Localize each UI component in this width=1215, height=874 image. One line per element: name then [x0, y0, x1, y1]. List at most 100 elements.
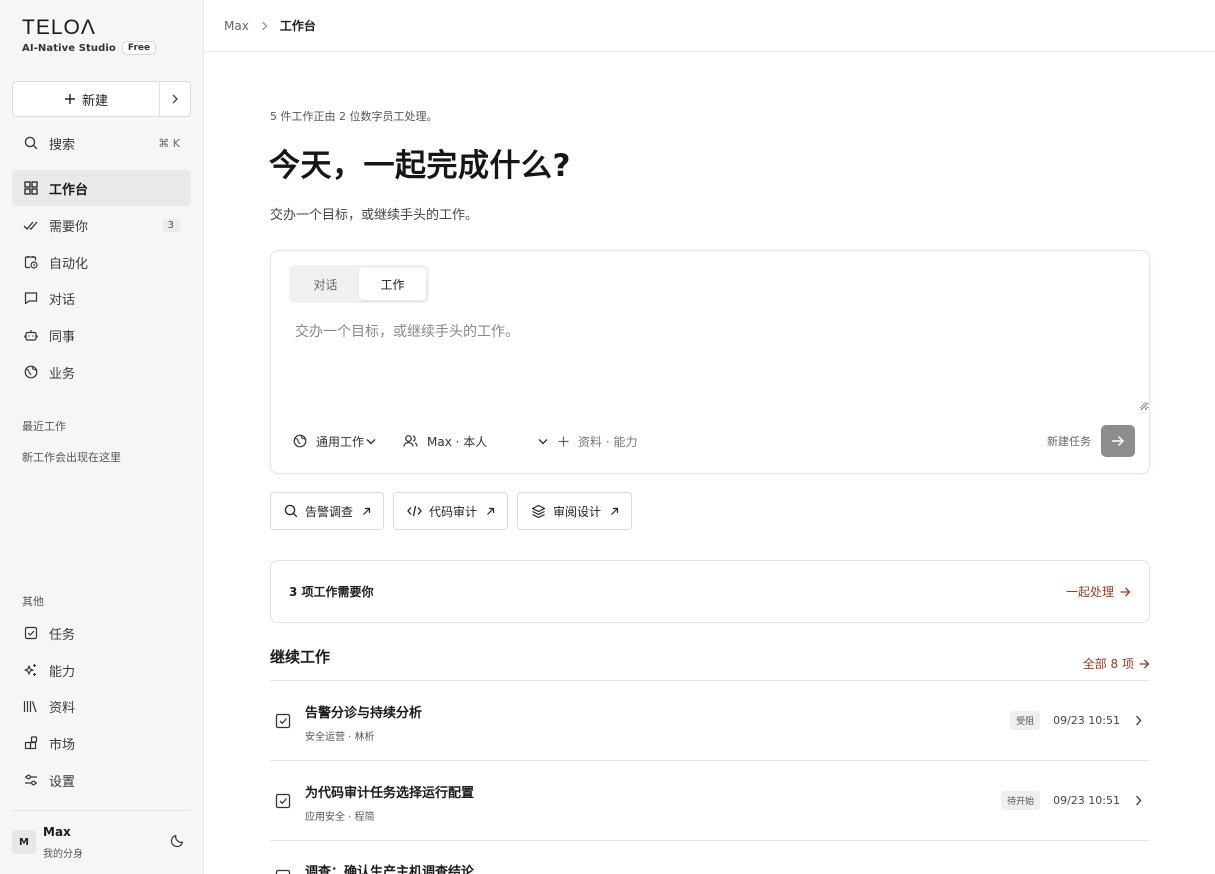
double-check-icon	[23, 218, 38, 233]
composer-toolbar: 通用工作 Max · 本人 资料 · 能力 新建任务	[293, 425, 1135, 457]
quick-action-label: 代码审计	[429, 504, 478, 519]
sidebar-item-label: 工作台	[49, 182, 89, 198]
list-item[interactable]: 为代码审计任务选择运行配置 应用安全 · 程简 待开始 09/23 10:51	[270, 761, 1150, 841]
other-section-label: 其他	[22, 595, 44, 608]
work-type-label: 通用工作	[316, 434, 365, 449]
sidebar-item-label: 对话	[49, 292, 76, 308]
quick-action-alert-investigation[interactable]: 告警调查	[270, 492, 385, 530]
status-badge: 受阻	[1010, 711, 1041, 730]
users-icon	[403, 434, 418, 448]
needs-you-card: 3 项工作需要你 一起处理	[270, 560, 1150, 623]
globe-icon	[293, 434, 307, 448]
chevron-down-icon	[538, 438, 548, 445]
chevron-right-icon	[1135, 715, 1142, 726]
sliders-icon	[23, 773, 38, 788]
search-icon	[284, 504, 298, 518]
checkbox-icon	[275, 793, 291, 809]
code-icon	[407, 505, 422, 517]
continue-work-title: 继续工作	[270, 648, 331, 666]
new-button[interactable]: 新建	[13, 82, 160, 116]
work-meta: 应用安全 · 程简	[305, 812, 375, 823]
plus-icon	[64, 93, 76, 105]
recent-work-empty: 新工作会出现在这里	[22, 451, 121, 464]
sidebar-item-label: 需要你	[49, 219, 89, 235]
search-shortcut: ⌘ K	[158, 136, 180, 150]
sidebar-item-label: 能力	[49, 664, 76, 680]
checkbox-icon	[275, 713, 291, 729]
arrow-right-icon	[1139, 659, 1150, 669]
breadcrumb-root[interactable]: Max	[224, 19, 249, 33]
attach-resources-button[interactable]: 资料 · 能力	[558, 433, 637, 450]
chevron-right-icon	[1135, 795, 1142, 806]
arrow-up-right-icon	[486, 507, 495, 516]
chevron-right-icon	[261, 21, 268, 31]
page-subtitle: 交办一个目标，或继续手头的工作。	[270, 208, 479, 223]
view-all-link[interactable]: 全部 8 项	[1083, 655, 1150, 672]
quick-action-label: 审阅设计	[553, 504, 602, 519]
brand[interactable]: TELOΛ AI-Native Studio Free	[22, 17, 157, 55]
status-badge: 待开始	[1001, 791, 1041, 810]
new-button-group: 新建	[12, 81, 191, 117]
search-label: 搜索	[49, 137, 76, 153]
plan-badge: Free	[121, 41, 157, 55]
sidebar-item-automation[interactable]: 自动化	[12, 244, 191, 280]
layers-icon	[531, 504, 546, 519]
chevron-right-icon	[172, 94, 178, 104]
chat-icon	[23, 291, 38, 306]
sidebar-item-needs-you[interactable]: 需要你 3	[12, 207, 191, 243]
user-subtitle: 我的分身	[43, 849, 83, 860]
sidebar: TELOΛ AI-Native Studio Free 新建 搜索 ⌘ K 工作…	[0, 0, 204, 874]
sidebar-item-library[interactable]: 资料	[12, 688, 191, 724]
sidebar-item-colleagues[interactable]: 同事	[12, 317, 191, 353]
sidebar-item-chat[interactable]: 对话	[12, 280, 191, 316]
mode-tabs: 对话 工作	[289, 265, 429, 303]
blocks-icon	[23, 736, 38, 751]
sidebar-item-label: 设置	[49, 774, 76, 790]
sidebar-item-business[interactable]: 业务	[12, 354, 191, 390]
search-icon	[23, 136, 38, 151]
avatar: M	[12, 830, 36, 854]
list-item[interactable]: 告警分诊与持续分析 安全运营 · 林析 受阻 09/23 10:51	[270, 681, 1150, 761]
sidebar-item-workbench[interactable]: 工作台	[12, 170, 191, 206]
checkbox-icon	[275, 869, 291, 874]
grid-icon	[23, 181, 38, 196]
calendar-clock-icon	[23, 255, 38, 270]
quick-action-label: 告警调查	[305, 504, 354, 519]
send-button[interactable]	[1101, 425, 1135, 457]
needs-you-count: 3	[161, 218, 180, 232]
work-time: 09/23 10:51	[1053, 714, 1120, 727]
handle-together-link[interactable]: 一起处理	[1066, 583, 1131, 600]
quick-action-code-audit[interactable]: 代码审计	[393, 492, 509, 530]
tab-work[interactable]: 工作	[359, 268, 426, 300]
agent-select[interactable]: Max · 本人	[403, 433, 558, 450]
sidebar-item-settings[interactable]: 设置	[12, 762, 191, 798]
sidebar-item-label: 同事	[49, 329, 76, 345]
quick-actions: 告警调查 代码审计 审阅设计	[270, 492, 641, 530]
prompt-input[interactable]	[293, 319, 1149, 411]
sidebar-item-label: 业务	[49, 366, 76, 382]
search-button[interactable]: 搜索 ⌘ K	[12, 125, 191, 161]
agent-label: Max · 本人	[427, 434, 488, 449]
list-item[interactable]: 调查：确认生产主机调查结论	[270, 841, 1150, 874]
moon-icon[interactable]	[170, 833, 185, 848]
work-type-select[interactable]: 通用工作	[293, 433, 403, 450]
breadcrumb: Max 工作台	[204, 0, 1215, 52]
sparkle-icon	[23, 663, 38, 678]
user-profile[interactable]: M Max 我的分身	[12, 810, 191, 874]
new-menu-toggle[interactable]	[160, 82, 190, 116]
brand-tagline: AI-Native Studio	[22, 42, 116, 54]
continue-work-header: 继续工作 全部 8 项	[270, 646, 1150, 681]
work-meta: 安全运营 · 林析	[305, 732, 375, 743]
sidebar-item-tasks[interactable]: 任务	[12, 615, 191, 651]
tab-chat[interactable]: 对话	[292, 268, 359, 300]
composer: 对话 工作 通用工作 Max · 本人	[270, 250, 1150, 474]
chevron-down-icon	[366, 438, 376, 445]
quick-action-design-review[interactable]: 审阅设计	[517, 492, 633, 530]
resize-handle-icon[interactable]	[1139, 401, 1147, 409]
sidebar-item-label: 市场	[49, 737, 76, 753]
work-title: 为代码审计任务选择运行配置	[305, 786, 475, 801]
sidebar-item-market[interactable]: 市场	[12, 725, 191, 761]
sidebar-item-abilities[interactable]: 能力	[12, 652, 191, 688]
new-button-label: 新建	[81, 93, 108, 109]
library-icon	[23, 699, 38, 714]
